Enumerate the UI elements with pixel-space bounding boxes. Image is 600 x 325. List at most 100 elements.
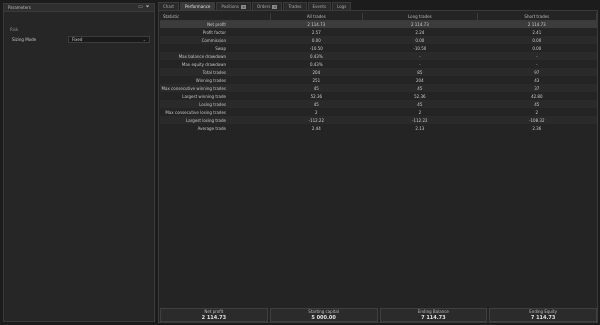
cell: -10.50 — [413, 45, 427, 51]
statistics-table: Statistic All trades Long trades Short t… — [160, 13, 598, 132]
performance-content: Statistic All trades Long trades Short t… — [158, 10, 598, 323]
table-row[interactable]: Losing trades 45 45 45 — [160, 100, 597, 108]
cell: 0.00 — [362, 36, 478, 44]
table-row[interactable]: Largest losing trade -112.22 -112.22 -108.3… — [160, 116, 597, 124]
cell: 45 — [362, 100, 478, 108]
restore-icon[interactable]: ▭ — [138, 5, 143, 10]
tab-trades[interactable]: Trades — [283, 2, 307, 10]
tab-positions[interactable]: Positions 0 — [216, 2, 252, 10]
cell: 204 — [416, 77, 424, 83]
table-row[interactable]: Net profit 2 114.73 2 114.73 2 114.73 — [160, 20, 597, 28]
table-row[interactable]: Average trade 2.44 2.13 2.36 — [160, 124, 597, 132]
cell: - — [362, 52, 478, 60]
summary-value: 2 114.73 — [201, 315, 227, 321]
cell: 2 114.73 — [362, 20, 478, 28]
summary-label: Net profit — [204, 309, 224, 314]
cell: -112.22 — [270, 116, 363, 124]
metric-name: Losing trades — [160, 100, 270, 108]
cell: 52.36 — [414, 93, 426, 99]
cell: 45 — [270, 84, 363, 92]
table-row[interactable]: Max equity drawdown 0.43% - - — [160, 60, 597, 68]
metric-name: Profit factor — [202, 29, 226, 35]
metric-name: Largest losing trade — [160, 116, 270, 124]
column-header[interactable]: Short trades — [477, 13, 598, 21]
parameters-title: Parameters — [8, 5, 31, 10]
cell: 97 — [477, 68, 597, 76]
cell: 2 — [315, 109, 318, 115]
table-row[interactable]: Total trades 204 85 97 — [160, 68, 597, 76]
cell: 42.80 — [531, 93, 543, 99]
table-row[interactable]: Winning trades 251 204 43 — [160, 76, 597, 84]
summary-card-starting-capital: Starting capital 5 000.00 — [269, 308, 378, 322]
cell: 2.41 — [532, 29, 542, 35]
metric-name: Max balance drawdown — [160, 52, 270, 60]
column-header[interactable]: All trades — [270, 13, 364, 21]
table-row[interactable]: Profit factor 2.57 2.24 2.41 — [160, 28, 597, 36]
cell: 2.36 — [532, 125, 542, 131]
cell: 0.43% — [270, 52, 363, 60]
table-row[interactable]: Commission 0.00 0.00 0.00 — [160, 36, 597, 44]
summary-label: Ending Balance — [417, 309, 449, 314]
chevron-down-icon: ⌄ — [142, 37, 146, 42]
cell: 0.43% — [309, 61, 323, 67]
cell: 52.36 — [310, 93, 323, 99]
table-row[interactable]: Max balance drawdown 0.43% - - — [160, 52, 597, 60]
cell: -112.22 — [362, 116, 478, 124]
metric-name: Max equity drawdown — [181, 61, 226, 67]
tab-logs[interactable]: Logs — [332, 2, 352, 10]
metric-name: Max consecutive winning trades — [160, 84, 270, 92]
tab-orders[interactable]: Orders 0 — [252, 2, 283, 10]
cell: 85 — [362, 68, 478, 76]
column-header[interactable]: Statistic — [160, 13, 271, 21]
tab-chart[interactable]: Chart — [158, 2, 179, 10]
cell: -10.50 — [309, 45, 323, 51]
summary-label: Starting capital — [308, 309, 339, 314]
sizing-mode-value: Fixed — [72, 37, 83, 42]
cell: 2.44 — [311, 125, 321, 131]
parameters-header: Parameters ▭ ⏷ — [4, 4, 154, 12]
tab-performance[interactable]: Performance — [180, 2, 216, 10]
table-row[interactable]: Largest winning trade 52.36 52.36 42.80 — [160, 92, 597, 100]
table-header-row: Statistic All trades Long trades Short t… — [160, 13, 598, 21]
param-row-sizing-mode: Sizing Mode Fixed ⌄ — [12, 36, 154, 43]
metric-name: Net profit — [160, 20, 270, 28]
summary-card-ending-equity: Ending Equity 7 114.73 — [489, 308, 597, 322]
summary-card-net-profit: Net profit 2 114.73 — [160, 308, 268, 322]
cell: 251 — [312, 77, 321, 83]
cell: - — [419, 61, 421, 67]
column-header[interactable]: Long trades — [362, 13, 478, 21]
summary-value: 5 000.00 — [311, 315, 336, 321]
section-label: Risk — [10, 27, 19, 32]
summary-card-ending-balance: Ending Balance 7 114.73 — [379, 308, 488, 322]
cell: 2 — [418, 109, 422, 115]
cell: 45 — [270, 100, 363, 108]
summary-label: Ending Equity — [529, 309, 557, 314]
tab-bar: Chart Performance Positions 0 Orders 0 Tra… — [158, 2, 352, 10]
tab-badge: 0 — [272, 4, 278, 9]
cell: 2 114.73 — [477, 20, 597, 28]
cell: - — [536, 61, 538, 67]
metric-name: Average trade — [197, 125, 226, 131]
metric-name: Largest winning trade — [182, 93, 226, 99]
cell: 0.00 — [477, 36, 597, 44]
cell: 2 — [535, 109, 539, 115]
cell: 45 — [477, 100, 597, 108]
param-label: Sizing Mode — [12, 37, 37, 42]
tab-events[interactable]: Events — [307, 2, 332, 10]
cell: 2 114.73 — [270, 20, 363, 28]
cell: 2.13 — [415, 125, 425, 131]
parameters-panel: Parameters ▭ ⏷ Risk Sizing Mode Fixed ⌄ — [3, 3, 155, 322]
filter-icon[interactable]: ⏷ — [145, 5, 150, 10]
metric-name: Max consecutive losing trades — [165, 109, 226, 115]
cell: - — [477, 52, 597, 60]
metric-name: Total trades — [160, 68, 270, 76]
summary-value: 7 114.73 — [530, 315, 556, 321]
table-row[interactable]: Swap -10.50 -10.50 0.00 — [160, 44, 597, 52]
summary-value: 7 114.73 — [421, 315, 446, 321]
table-row[interactable]: Max consecutive losing trades 2 2 2 — [160, 108, 597, 116]
table-row[interactable]: Max consecutive winning trades 45 45 37 — [160, 84, 597, 92]
cell: 2.24 — [415, 29, 425, 35]
cell: 45 — [362, 84, 478, 92]
cell: -108.32 — [477, 116, 597, 124]
sizing-mode-select[interactable]: Fixed ⌄ — [68, 36, 150, 43]
